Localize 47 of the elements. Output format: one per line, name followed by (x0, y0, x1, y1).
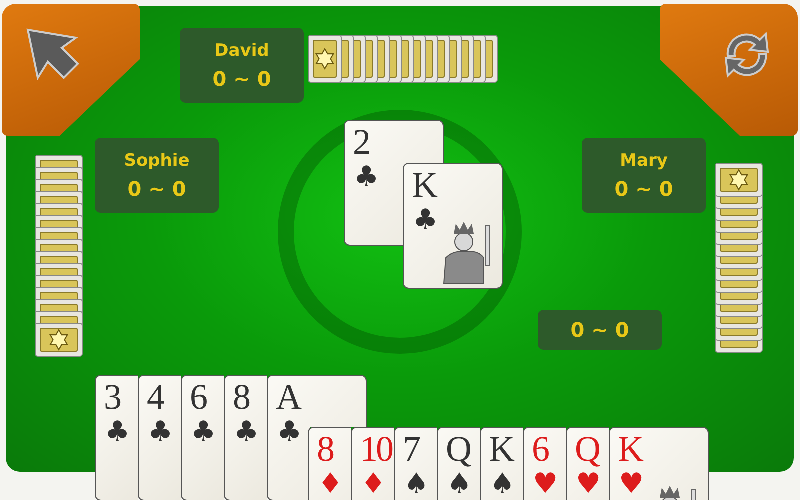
card-rank: 8 (233, 378, 249, 416)
card-suit: ♠ (490, 468, 516, 500)
card-rank: A (276, 378, 300, 416)
player-score: 0 ~ 0 (570, 318, 630, 342)
card-suit: ♦ (318, 468, 344, 500)
player-score: 0 ~ 0 (212, 66, 272, 90)
card-suit: ♣ (105, 416, 130, 448)
card-suit: ♣ (413, 204, 438, 236)
playing-card[interactable]: 3 ♣ (95, 375, 138, 500)
card-rank: 2 (353, 123, 369, 161)
card-suit: ♥ (576, 468, 602, 500)
card-rank: K (618, 430, 642, 468)
card-suit: ♣ (148, 416, 174, 448)
playing-card[interactable]: K ♠ (480, 427, 523, 500)
playing-card[interactable]: Q ♥ (566, 427, 609, 500)
card-rank: K (489, 430, 513, 468)
playing-card[interactable]: Q ♠ (437, 427, 480, 500)
card-rank: 8 (317, 430, 333, 468)
player-name: Mary (620, 150, 668, 170)
card-rank: 7 (403, 430, 419, 468)
card-rank: 6 (532, 430, 548, 468)
player-score: 0 ~ 0 (614, 176, 674, 200)
card-suit: ♣ (191, 416, 216, 448)
card-rank: K (412, 166, 436, 204)
playing-card[interactable]: 8 ♣ (224, 375, 267, 500)
playing-card[interactable]: 7 ♠ (394, 427, 437, 500)
card-rank: Q (446, 430, 470, 468)
card-suit: ♣ (354, 161, 380, 193)
player-name: Sophie (124, 150, 190, 170)
player-name: David (214, 40, 270, 60)
playing-card[interactable]: 8 ♦ (308, 427, 351, 500)
playing-card[interactable]: 10 ♦ (351, 427, 394, 500)
playing-card[interactable]: 6 ♥ (523, 427, 566, 500)
card-suit: ♠ (404, 468, 430, 500)
card-rank: Q (575, 430, 599, 468)
card-rank: 3 (104, 378, 120, 416)
playing-card[interactable]: 4 ♣ (138, 375, 181, 500)
card-suit: ♥ (533, 468, 558, 500)
playing-card[interactable]: K ♥ (609, 427, 709, 500)
card-suit: ♣ (234, 416, 260, 448)
player-score: 0 ~ 0 (128, 176, 186, 200)
card-rank: 6 (190, 378, 206, 416)
card-suit: ♣ (277, 416, 302, 448)
card-suit: ♥ (619, 468, 644, 500)
playing-card[interactable]: 6 ♣ (181, 375, 224, 500)
card-suit: ♠ (447, 468, 472, 500)
card-rank: 4 (147, 378, 163, 416)
